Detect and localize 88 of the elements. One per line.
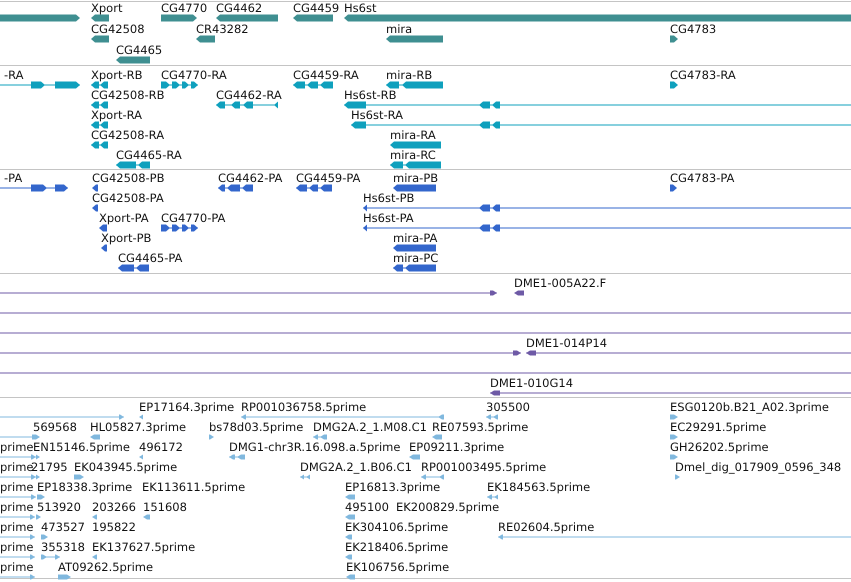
feature-label: RP001036758.5prime	[241, 399, 366, 415]
feature-label: mira-PA	[393, 230, 438, 246]
feature-label: prime	[0, 459, 34, 475]
feature-label: CG4459-RA	[293, 67, 359, 83]
feature-label: CR43282	[196, 21, 249, 37]
feature-label: CG4783-PA	[670, 170, 734, 186]
feature-label: EP18338.3prime	[37, 479, 132, 495]
feature-label: prime	[0, 519, 34, 535]
feature-label: RE02604.5prime	[498, 519, 594, 535]
feature-label: Xport	[91, 0, 122, 16]
feature-label: CG42508	[91, 21, 145, 37]
feature-label: CG4770-PA	[161, 210, 226, 226]
feature-label: -RA	[4, 67, 24, 83]
feature-label: CG4783	[670, 21, 716, 37]
feature-label: EK113611.5prime	[142, 479, 246, 495]
feature-label: prime	[0, 439, 34, 455]
feature-label: CG42508-PA	[92, 190, 164, 206]
feature-label: CG4783-RA	[670, 67, 736, 83]
feature-label: CG4770-RA	[161, 67, 227, 83]
feature-label: AT09262.5prime	[58, 559, 154, 575]
feature-label: mira	[386, 21, 412, 37]
feature-label: Hs6st	[344, 0, 376, 16]
feature-label: 473527	[41, 519, 85, 535]
feature-label: HL05827.3prime	[90, 419, 186, 435]
feature-label: prime	[0, 499, 34, 515]
feature-label: prime	[0, 559, 34, 575]
feature-label: Dmel_dig_017909_0596_348	[675, 459, 842, 475]
feature-label: mira-RA	[390, 127, 436, 143]
feature-label: DMG2A.2_1.B06.C1	[300, 459, 412, 475]
feature-label: prime	[0, 539, 34, 555]
feature-label: 495100	[345, 499, 389, 515]
feature-label: EK218406.5prime	[345, 539, 448, 555]
feature-label: mira-RB	[386, 67, 432, 83]
feature-label: 513920	[37, 499, 81, 515]
feature-label: EK200829.5prime	[396, 499, 500, 515]
feature-label: 305500	[486, 399, 530, 415]
feature-label: 569568	[33, 419, 77, 435]
feature-label: EK043945.5prime	[74, 459, 178, 475]
feature-label: CG4459-PA	[296, 170, 360, 186]
feature-label: Xport-PB	[101, 230, 152, 246]
feature-label: bs78d03.5prime	[209, 419, 304, 435]
feature-label: EK106756.5prime	[346, 559, 450, 575]
feature-label: 496172	[139, 439, 183, 455]
feature-label: EK137627.5prime	[92, 539, 196, 555]
feature-label: EK184563.5prime	[487, 479, 590, 495]
feature-label: CG4462-PA	[218, 170, 282, 186]
feature-label: mira-PB	[393, 170, 438, 186]
feature-label: CG4462-RA	[216, 87, 282, 103]
feature-label: CG4462	[216, 0, 262, 16]
feature-label: 195822	[92, 519, 136, 535]
feature-label: mira-RC	[390, 147, 436, 163]
feature-label: CG42508-RB	[91, 87, 165, 103]
feature-label: 151608	[143, 499, 187, 515]
feature-label: EP16813.3prime	[345, 479, 440, 495]
feature-label: CG4770	[161, 0, 208, 16]
feature-label: DMG2A.2_1.M08.C1	[313, 419, 427, 435]
feature-label: Hs6st-RB	[344, 87, 396, 103]
feature-label: CG4465-PA	[118, 250, 182, 266]
feature-label: Xport-RA	[91, 107, 142, 123]
feature-label: RE07593.5prime	[432, 419, 528, 435]
feature-label: EC29291.5prime	[670, 419, 766, 435]
feature-label: EK304106.5prime	[345, 519, 448, 535]
feature-label: Hs6st-RA	[351, 107, 403, 123]
feature-label: RP001003495.5prime	[421, 459, 546, 475]
feature-label: Xport-RB	[91, 67, 142, 83]
feature-label: EN15146.5prime	[33, 439, 130, 455]
feature-label: 355318	[41, 539, 85, 555]
feature-label: CG4459	[293, 0, 340, 16]
feature-label: ESG0120b.B21_A02.3prime	[670, 399, 829, 415]
feature-label: EP09211.3prime	[409, 439, 504, 455]
feature-label: CG4465-RA	[116, 147, 182, 163]
feature-label: -PA	[4, 170, 22, 186]
feature-label: Hs6st-PB	[363, 190, 414, 206]
feature-label: Xport-PA	[99, 210, 149, 226]
feature-label: 21795	[31, 459, 68, 475]
feature-label: mira-PC	[393, 250, 438, 266]
feature-label: CG42508-PB	[92, 170, 164, 186]
feature-label: EP17164.3prime	[139, 399, 234, 415]
feature-label: GH26202.5prime	[670, 439, 769, 455]
feature-label: CG42508-RA	[91, 127, 164, 143]
feature-label: prime	[0, 479, 34, 495]
feature-label: CG4465	[116, 42, 162, 58]
feature-label: Hs6st-PA	[363, 210, 414, 226]
feature-label: DMG1-chr3R.16.098.a.5prime	[229, 439, 400, 455]
feature-label: 203266	[92, 499, 136, 515]
feature-label: DME1-010G14	[490, 375, 574, 391]
feature-label: DME1-014P14	[526, 335, 608, 351]
feature-label: DME1-005A22.F	[514, 275, 606, 291]
